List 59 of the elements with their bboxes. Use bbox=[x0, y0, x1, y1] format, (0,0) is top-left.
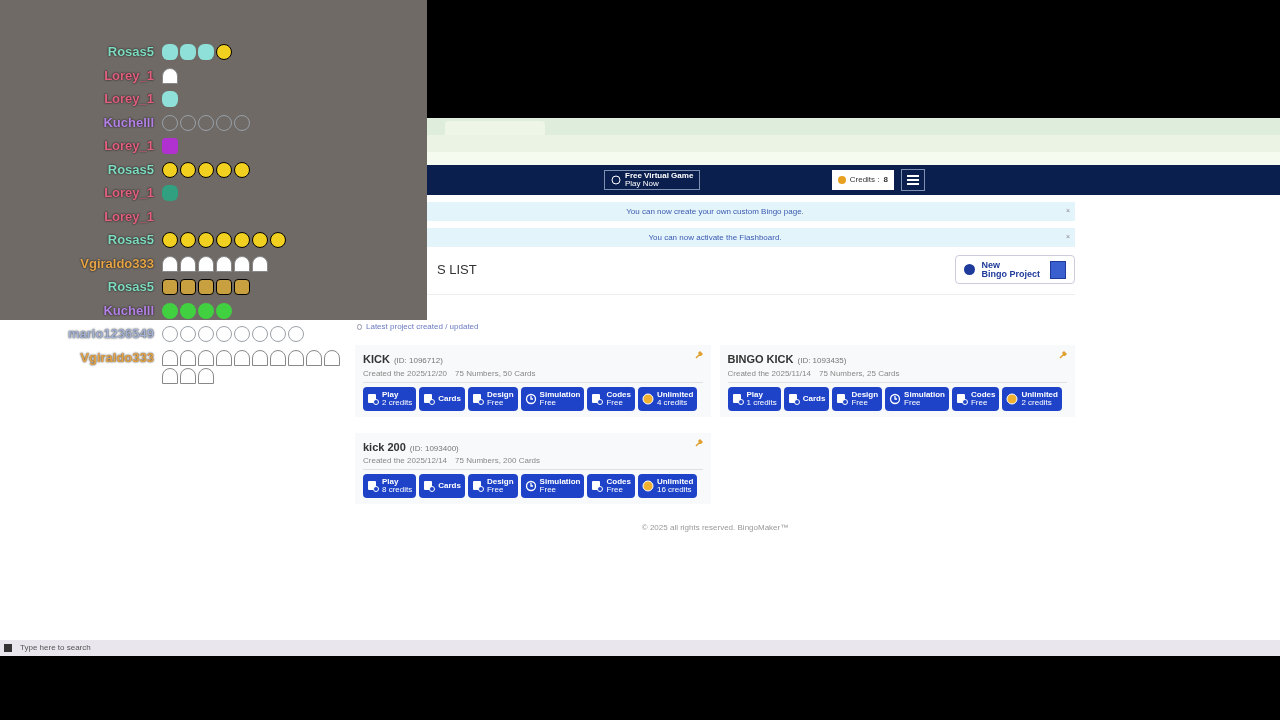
footer-text: © 2025 all rights reserved. BingoMaker™ bbox=[640, 522, 790, 534]
unlimited-button[interactable]: Unlimited 16 credits bbox=[637, 474, 698, 498]
unlimited-button[interactable]: Unlimited 4 credits bbox=[637, 386, 698, 411]
chat-username: Kuchelll bbox=[102, 301, 154, 320]
chat-username: Lorey_1 bbox=[103, 184, 154, 202]
chat-username: Rosas5 bbox=[106, 231, 154, 249]
chat-username: Lorey_1 bbox=[103, 137, 154, 155]
chat-username: mario1236549 bbox=[67, 325, 154, 343]
simulation-button[interactable]: Simulation Free bbox=[520, 474, 585, 498]
coin-icon bbox=[837, 176, 846, 184]
project-id: (ID: 1096712) bbox=[393, 355, 443, 367]
chat-username: Vgiraldo333 bbox=[79, 254, 154, 273]
chat-username: Rosas5 bbox=[106, 278, 154, 296]
latest-note: Latest project created / updated bbox=[366, 321, 479, 333]
taskbar-search[interactable]: Type here to search bbox=[20, 642, 130, 654]
project-info: 75 Numbers, 50 Cards bbox=[455, 367, 536, 380]
design-button[interactable]: Design Free bbox=[467, 386, 518, 411]
chat-username: Kuchelll bbox=[102, 113, 154, 132]
cards-button[interactable]: Cards bbox=[419, 386, 465, 411]
play-button[interactable]: Play 2 credits bbox=[363, 386, 417, 411]
play-button[interactable]: Play 1 credits bbox=[727, 386, 781, 411]
simulation-button[interactable]: Simulation Free bbox=[520, 386, 585, 411]
chat-username: Rosas5 bbox=[106, 43, 154, 61]
unlimited-button[interactable]: Unlimited 2 credits bbox=[1002, 386, 1062, 411]
wrench-icon[interactable] bbox=[694, 438, 703, 447]
menu-button[interactable] bbox=[901, 169, 925, 191]
free-game-button[interactable]: Free Virtual Game Play Now bbox=[604, 170, 701, 190]
project-name[interactable]: BINGO KICK bbox=[727, 351, 794, 368]
wrench-icon[interactable] bbox=[1059, 351, 1067, 359]
codes-button[interactable]: Codes Free bbox=[952, 386, 1000, 411]
project-info: 75 Numbers, 25 Cards bbox=[819, 367, 900, 380]
alert-text: You can now create your own custom Bingo page. bbox=[626, 205, 804, 218]
alert-text: You can now activate the Flashboard. bbox=[648, 231, 782, 244]
project-id: (ID: 1093400) bbox=[409, 442, 459, 455]
simulation-button[interactable]: Simulation Free bbox=[885, 386, 949, 411]
page-title: S LIST bbox=[436, 260, 477, 279]
project-id: (ID: 1093435) bbox=[797, 355, 847, 367]
chat-username: Rosas5 bbox=[106, 160, 154, 179]
cards-button[interactable]: Cards bbox=[783, 386, 830, 411]
project-name[interactable]: kick 200 bbox=[363, 438, 406, 455]
chat-username: Lorey_1 bbox=[103, 207, 154, 226]
cards-button[interactable]: Cards bbox=[419, 474, 465, 498]
chat-username: Vgiraldo333 bbox=[79, 348, 154, 367]
created-date: Created the 2025/12/14 bbox=[363, 455, 448, 467]
project-name[interactable]: KICK bbox=[363, 351, 390, 368]
chat-username: Lorey_1 bbox=[103, 66, 154, 85]
codes-button[interactable]: Codes Free bbox=[587, 386, 635, 411]
design-button[interactable]: Design Free bbox=[832, 386, 883, 411]
wrench-icon[interactable] bbox=[694, 351, 703, 359]
play-button[interactable]: Play 8 credits bbox=[363, 474, 417, 498]
credits-button[interactable]: Credits : 8 bbox=[831, 170, 894, 190]
project-info: 75 Numbers, 200 Cards bbox=[455, 455, 540, 467]
start-icon[interactable] bbox=[4, 644, 12, 652]
new-project-button[interactable]: New Bingo Project bbox=[955, 255, 1075, 284]
codes-button[interactable]: Codes Free bbox=[587, 474, 635, 498]
created-date: Created the 2025/11/14 bbox=[727, 367, 811, 380]
design-button[interactable]: Design Free bbox=[467, 474, 518, 498]
created-date: Created the 2025/12/20 bbox=[363, 367, 448, 380]
chat-username: Lorey_1 bbox=[103, 90, 154, 108]
